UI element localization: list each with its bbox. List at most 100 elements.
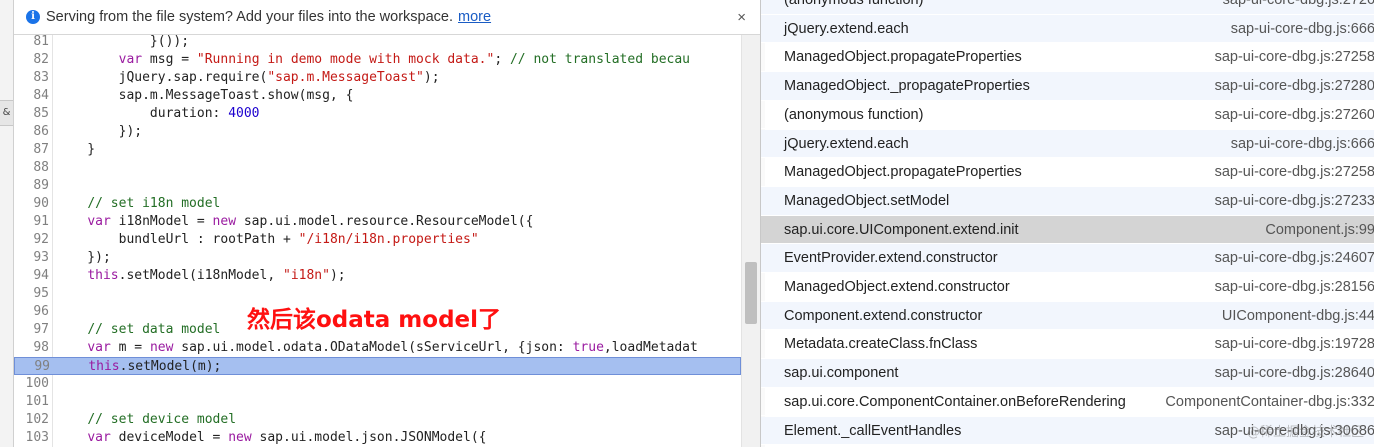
call-frame-function: Component.extend.constructor xyxy=(784,307,983,324)
code-token: "sap.m.MessageToast" xyxy=(267,70,424,85)
line-number[interactable]: 81 xyxy=(14,33,49,51)
call-frame-location[interactable]: sap-ui-core-dbg.js:2726 xyxy=(1223,0,1374,15)
call-frame[interactable]: sap.ui.core.ComponentContainer.onBeforeR… xyxy=(761,388,1374,417)
call-frame-location[interactable]: sap-ui-core-dbg.js:27258 xyxy=(1215,43,1374,72)
call-frame[interactable]: ManagedObject.propagateProperties sap-ui-… xyxy=(761,43,1374,73)
code-line[interactable]: 90 // set i18n model xyxy=(14,195,741,213)
line-number[interactable]: 92 xyxy=(14,231,49,249)
code-line-current[interactable]: 99 this.setModel(m); xyxy=(14,357,741,375)
call-frame[interactable]: ManagedObject.propagateProperties sap-ui-… xyxy=(761,158,1374,187)
call-frame[interactable]: jQuery.extend.each sap-ui-core-dbg.js:666 xyxy=(761,129,1374,159)
call-frame-location[interactable]: Component.js:99 xyxy=(1265,216,1374,245)
call-frame-location[interactable]: ComponentContainer-dbg.js:332 xyxy=(1165,388,1374,417)
line-number[interactable]: 94 xyxy=(14,267,49,285)
code-text: sap.m.MessageToast.show(msg, { xyxy=(56,87,354,105)
code-text: // set device model xyxy=(56,411,236,429)
annotation-text: 然后该odata model了 xyxy=(247,307,502,333)
call-frame[interactable]: EventProvider.extend.constructor sap-ui-c… xyxy=(761,244,1374,273)
code-line[interactable]: 103 var deviceModel = new sap.ui.model.j… xyxy=(14,429,741,447)
code-line[interactable]: 86 }); xyxy=(14,123,741,141)
call-frame-location[interactable]: sap-ui-core-dbg.js:27260 xyxy=(1215,101,1374,130)
call-frame[interactable]: ManagedObject.setModel sap-ui-core-dbg.js… xyxy=(761,186,1374,216)
line-number[interactable]: 87 xyxy=(14,141,49,159)
call-frame-function: jQuery.extend.each xyxy=(784,135,909,152)
call-frame-location[interactable]: sap-ui-core-dbg.js:666 xyxy=(1231,130,1374,159)
call-frame[interactable]: ManagedObject.extend.constructor sap-ui-c… xyxy=(761,273,1374,302)
line-number[interactable]: 97 xyxy=(14,321,49,339)
line-number[interactable]: 101 xyxy=(14,393,49,411)
line-number[interactable]: 99 xyxy=(15,358,50,376)
code-line[interactable]: 100 xyxy=(14,375,741,393)
close-icon[interactable]: × xyxy=(737,9,746,26)
line-number[interactable]: 90 xyxy=(14,195,49,213)
call-frame-selected[interactable]: sap.ui.core.UIComponent.extend.init Compo… xyxy=(761,215,1374,245)
code-token: .setModel(m); xyxy=(119,359,222,374)
code-line[interactable]: 82 var msg = "Running in demo mode with … xyxy=(14,51,741,69)
line-number[interactable]: 96 xyxy=(14,303,49,321)
code-token: sap.ui.model.resource.ResourceModel({ xyxy=(236,214,534,229)
call-frame-location[interactable]: sap-ui-core-dbg.js:28640 xyxy=(1215,359,1374,388)
call-frame[interactable]: (anonymous function) sap-ui-core-dbg.js:2… xyxy=(761,101,1374,130)
code-line[interactable]: 88 xyxy=(14,159,741,177)
more-link[interactable]: more xyxy=(458,9,491,25)
line-number[interactable]: 103 xyxy=(14,429,49,447)
code-line[interactable]: 92 bundleUrl : rootPath + "/i18n/i18n.pr… xyxy=(14,231,741,249)
call-frame-location[interactable]: sap-ui-core-dbg.js:27280 xyxy=(1215,72,1374,101)
code-token: m = xyxy=(110,340,150,355)
line-number[interactable]: 102 xyxy=(14,411,49,429)
call-frame-location[interactable]: sap-ui-core-dbg.js:27258 xyxy=(1215,158,1374,187)
line-number[interactable]: 83 xyxy=(14,69,49,87)
call-frame[interactable]: jQuery.extend.each sap-ui-core-dbg.js:666 xyxy=(761,14,1374,44)
code-text: }); xyxy=(56,249,111,267)
editor-scrollbar[interactable] xyxy=(741,35,760,447)
call-frame-location[interactable]: sap-ui-core-dbg.js:19728 xyxy=(1215,330,1374,359)
code-line[interactable]: 94 this.setModel(i18nModel, "i18n"); xyxy=(14,267,741,285)
code-line[interactable]: 98 var m = new sap.ui.model.odata.ODataM… xyxy=(14,339,741,357)
code-line[interactable]: 91 var i18nModel = new sap.ui.model.reso… xyxy=(14,213,741,231)
code-line[interactable]: 101 xyxy=(14,393,741,411)
call-frame-location[interactable]: sap-ui-core-dbg.js:666 xyxy=(1231,15,1374,44)
scrollbar-thumb[interactable] xyxy=(745,262,757,324)
call-frame[interactable]: sap.ui.component sap-ui-core-dbg.js:28640 xyxy=(761,359,1374,388)
code-line[interactable]: 81 }()); xyxy=(14,33,741,51)
line-number[interactable]: 100 xyxy=(14,375,49,393)
code-line[interactable]: 85 duration: 4000 xyxy=(14,105,741,123)
call-frame-location[interactable]: sap-ui-core-dbg.js:24607 xyxy=(1215,244,1374,273)
code-token: var xyxy=(87,340,111,355)
call-frame[interactable]: ManagedObject._propagateProperties sap-ui… xyxy=(761,72,1374,101)
line-number[interactable]: 91 xyxy=(14,213,49,231)
line-number[interactable]: 85 xyxy=(14,105,49,123)
code-text: // set data model xyxy=(56,321,220,339)
call-frame-function: ManagedObject.setModel xyxy=(784,192,950,209)
code-line[interactable]: 83 jQuery.sap.require("sap.m.MessageToas… xyxy=(14,69,741,87)
code-line[interactable]: 89 xyxy=(14,177,741,195)
code-text: var i18nModel = new sap.ui.model.resourc… xyxy=(56,213,533,231)
line-number[interactable]: 86 xyxy=(14,123,49,141)
code-token: var xyxy=(87,214,111,229)
call-frame[interactable]: Element._callEventHandles sap-ui-core-dbg… xyxy=(761,416,1374,446)
code-text: jQuery.sap.require("sap.m.MessageToast")… xyxy=(56,69,440,87)
call-frame-location[interactable]: UIComponent-dbg.js:44 xyxy=(1222,302,1374,331)
line-number[interactable]: 82 xyxy=(14,51,49,69)
left-collapsed-tab[interactable]: & xyxy=(0,100,13,126)
call-frame-location[interactable]: sap-ui-core-dbg.js:28156 xyxy=(1215,273,1374,302)
line-number[interactable]: 95 xyxy=(14,285,49,303)
line-number[interactable]: 84 xyxy=(14,87,49,105)
call-frame[interactable]: Component.extend.constructor UIComponent-… xyxy=(761,301,1374,331)
line-number[interactable]: 88 xyxy=(14,159,49,177)
line-number[interactable]: 98 xyxy=(14,339,49,357)
code-line[interactable]: 102 // set device model xyxy=(14,411,741,429)
code-line[interactable]: 84 sap.m.MessageToast.show(msg, { xyxy=(14,87,741,105)
call-frame-function: sap.ui.core.UIComponent.extend.init xyxy=(784,221,1019,238)
call-frame[interactable]: Metadata.createClass.fnClass sap-ui-core-… xyxy=(761,330,1374,360)
call-frame[interactable]: (anonymous function) sap-ui-core-dbg.js:2… xyxy=(761,0,1374,15)
call-frame-location[interactable]: sap-ui-core-dbg.js:27233 xyxy=(1215,187,1374,216)
code-token: ); xyxy=(329,268,346,283)
code-line[interactable]: 93 }); xyxy=(14,249,741,267)
source-editor: i Serving from the file system? Add your… xyxy=(14,0,760,447)
code-line[interactable]: 87 } xyxy=(14,141,741,159)
line-number[interactable]: 93 xyxy=(14,249,49,267)
call-frame-location[interactable]: sap-ui-core-dbg.js:30686 xyxy=(1215,417,1374,446)
line-number[interactable]: 89 xyxy=(14,177,49,195)
